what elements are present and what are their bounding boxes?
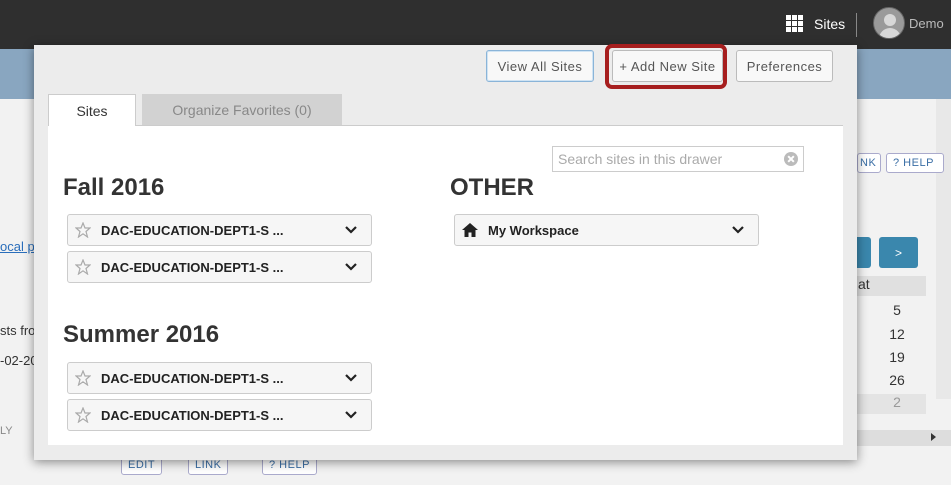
site-label: DAC-EDUCATION-DEPT1-S ... bbox=[101, 259, 284, 275]
calendar-date[interactable]: 12 bbox=[856, 326, 926, 342]
site-label: My Workspace bbox=[488, 222, 579, 238]
tab-sites[interactable]: Sites bbox=[48, 94, 136, 126]
tab-organize-favorites-label: Organize Favorites (0) bbox=[172, 101, 312, 118]
site-item[interactable]: DAC-EDUCATION-DEPT1-S ... bbox=[67, 362, 372, 394]
chevron-down-icon[interactable] bbox=[345, 226, 357, 234]
home-icon bbox=[462, 223, 478, 237]
nav-divider bbox=[856, 13, 857, 37]
tab-sites-label: Sites bbox=[76, 102, 108, 119]
calendar-date[interactable]: 26 bbox=[856, 372, 926, 388]
site-label: DAC-EDUCATION-DEPT1-S ... bbox=[101, 222, 284, 238]
calendar-date[interactable]: 2 bbox=[856, 394, 926, 414]
chevron-down-icon[interactable] bbox=[345, 411, 357, 419]
edit-button-label: EDIT bbox=[128, 459, 156, 471]
add-new-site-button[interactable]: + Add New Site bbox=[612, 50, 723, 82]
chevron-down-icon[interactable] bbox=[345, 374, 357, 382]
scroll-gutter bbox=[936, 99, 951, 399]
chevron-down-icon[interactable] bbox=[345, 263, 357, 271]
user-menu[interactable]: Demo bbox=[873, 7, 944, 39]
background-text: -02-20 bbox=[0, 353, 38, 368]
chevron-down-icon[interactable] bbox=[732, 226, 744, 234]
star-icon[interactable] bbox=[75, 259, 91, 275]
calendar-prev-button[interactable] bbox=[856, 237, 871, 268]
calendar-header: at bbox=[856, 276, 926, 296]
view-all-sites-label: View All Sites bbox=[497, 58, 583, 74]
help-button-label: ? HELP bbox=[269, 459, 310, 471]
term-heading-fall-2016: Fall 2016 bbox=[63, 174, 165, 201]
site-item-my-workspace[interactable]: My Workspace bbox=[454, 214, 759, 246]
clear-search-icon[interactable] bbox=[784, 152, 798, 166]
preferences-label: Preferences bbox=[746, 58, 823, 74]
background-text: LY bbox=[0, 425, 13, 437]
site-item[interactable]: DAC-EDUCATION-DEPT1-S ... bbox=[67, 214, 372, 246]
user-name: Demo bbox=[909, 15, 944, 31]
term-heading-summer-2016: Summer 2016 bbox=[63, 321, 220, 348]
help-button[interactable]: ? HELP bbox=[886, 153, 944, 173]
site-item[interactable]: DAC-EDUCATION-DEPT1-S ... bbox=[67, 251, 372, 283]
top-bar: Sites Demo bbox=[0, 0, 951, 49]
link-button[interactable]: NK bbox=[857, 153, 881, 173]
star-icon[interactable] bbox=[75, 370, 91, 386]
search-box bbox=[552, 146, 804, 172]
star-icon[interactable] bbox=[75, 222, 91, 238]
scroll-right-icon[interactable] bbox=[931, 433, 936, 441]
search-input[interactable] bbox=[553, 147, 773, 171]
horizontal-scrollbar[interactable] bbox=[856, 430, 951, 446]
calendar-next-label: > bbox=[894, 245, 902, 260]
tab-organize-favorites[interactable]: Organize Favorites (0) bbox=[142, 94, 342, 125]
sites-panel: Fall 2016 DAC-EDUCATION-DEPT1-S ... DAC-… bbox=[48, 125, 843, 445]
site-label: DAC-EDUCATION-DEPT1-S ... bbox=[101, 370, 284, 386]
add-new-site-label: + Add New Site bbox=[619, 58, 716, 74]
help-button-label: ? HELP bbox=[893, 157, 934, 169]
link-button-label: NK bbox=[860, 157, 877, 169]
star-icon[interactable] bbox=[75, 407, 91, 423]
sites-drawer: View All Sites + Add New Site Preference… bbox=[34, 44, 857, 460]
link-button-label: LINK bbox=[195, 459, 222, 471]
sites-nav-label: Sites bbox=[814, 16, 846, 32]
grid-icon bbox=[786, 15, 806, 33]
preferences-button[interactable]: Preferences bbox=[736, 50, 833, 82]
sites-nav-button[interactable]: Sites bbox=[786, 14, 845, 34]
calendar-date[interactable]: 5 bbox=[856, 302, 926, 318]
view-all-sites-button[interactable]: View All Sites bbox=[486, 50, 594, 82]
site-item[interactable]: DAC-EDUCATION-DEPT1-S ... bbox=[67, 399, 372, 431]
avatar bbox=[873, 7, 905, 39]
background-text: sts fro bbox=[0, 323, 36, 338]
calendar-next-button[interactable]: > bbox=[879, 237, 918, 268]
calendar-date[interactable]: 19 bbox=[856, 349, 926, 365]
site-label: DAC-EDUCATION-DEPT1-S ... bbox=[101, 407, 284, 423]
term-heading-other: OTHER bbox=[450, 174, 534, 201]
